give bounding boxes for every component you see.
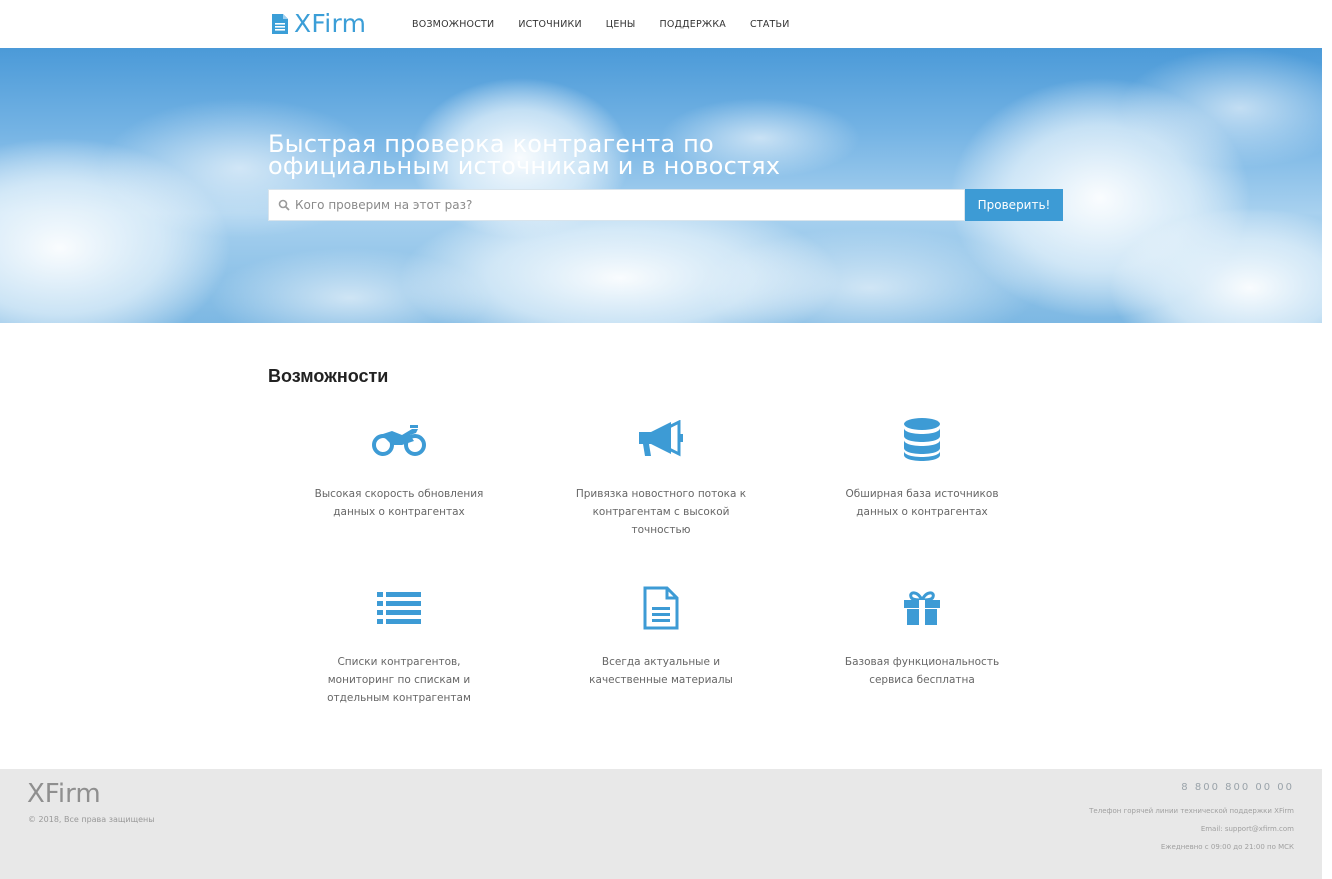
feature-item: Обширная база источников данных о контра… <box>827 415 1017 521</box>
feature-text: Высокая скорость обновления данных о кон… <box>314 488 484 518</box>
hero-banner: Быстрая проверка контрагента по официаль… <box>0 48 1322 323</box>
nav-prices[interactable]: ЦЕНЫ <box>606 19 636 30</box>
nav-articles[interactable]: СТАТЬИ <box>750 19 790 30</box>
main-nav: ВОЗМОЖНОСТИ ИСТОЧНИКИ ЦЕНЫ ПОДДЕРЖКА СТА… <box>412 19 814 30</box>
feature-item: Списки контрагентов, мониторинг по списк… <box>304 583 494 707</box>
top-navbar: XFirm ВОЗМОЖНОСТИ ИСТОЧНИКИ ЦЕНЫ ПОДДЕРЖ… <box>0 0 1332 48</box>
working-hours: Ежедневно с 09:00 до 21:00 по МСК <box>1160 843 1294 851</box>
nav-features[interactable]: ВОЗМОЖНОСТИ <box>412 19 494 30</box>
feature-text: Списки контрагентов, мониторинг по списк… <box>327 656 471 704</box>
feature-text: Обширная база источников данных о контра… <box>845 488 999 518</box>
feature-item: Привязка новостного потока к контрагента… <box>566 415 756 539</box>
feature-item: Всегда актуальные и качественные материа… <box>566 583 756 689</box>
feature-text: Привязка новостного потока к контрагента… <box>575 488 747 536</box>
copyright-text: © 2018, Все права защищены <box>28 815 155 824</box>
feature-item: Базовая функциональность сервиса бесплат… <box>827 583 1017 689</box>
footer-logo: XFirm <box>27 779 101 809</box>
database-icon <box>904 418 940 461</box>
footer-contacts: 8 800 800 00 00 Телефон горячей линии те… <box>1089 782 1294 856</box>
footer: XFirm © 2018, Все права защищены 8 800 8… <box>0 769 1322 879</box>
check-button[interactable]: Проверить! <box>965 189 1063 221</box>
hotline-text: Телефон горячей линии технической поддер… <box>1089 807 1294 815</box>
search-icon <box>278 199 290 211</box>
clouds-background <box>0 48 1322 323</box>
feature-text: Всегда актуальные и качественные материа… <box>589 656 733 686</box>
search-box <box>268 189 965 221</box>
feature-item: Высокая скорость обновления данных о кон… <box>304 415 494 521</box>
phone-number[interactable]: 8 800 800 00 00 <box>1089 782 1294 793</box>
gift-icon <box>904 591 940 625</box>
nav-support[interactable]: ПОДДЕРЖКА <box>660 19 726 30</box>
document-icon <box>272 13 288 34</box>
logo[interactable]: XFirm <box>272 9 366 38</box>
feature-text: Базовая функциональность сервиса бесплат… <box>844 656 1000 686</box>
bullhorn-icon <box>639 420 683 457</box>
logo-text: XFirm <box>294 9 367 38</box>
search-input[interactable] <box>295 198 945 212</box>
nav-sources[interactable]: ИСТОЧНИКИ <box>518 19 581 30</box>
section-title: Возможности <box>268 366 389 386</box>
document-icon <box>643 586 679 630</box>
motorcycle-icon <box>372 425 426 456</box>
hero-title: Быстрая проверка контрагента по официаль… <box>268 130 781 180</box>
list-icon <box>377 592 421 624</box>
email-link[interactable]: Email: support@xfirm.com <box>1089 820 1294 838</box>
